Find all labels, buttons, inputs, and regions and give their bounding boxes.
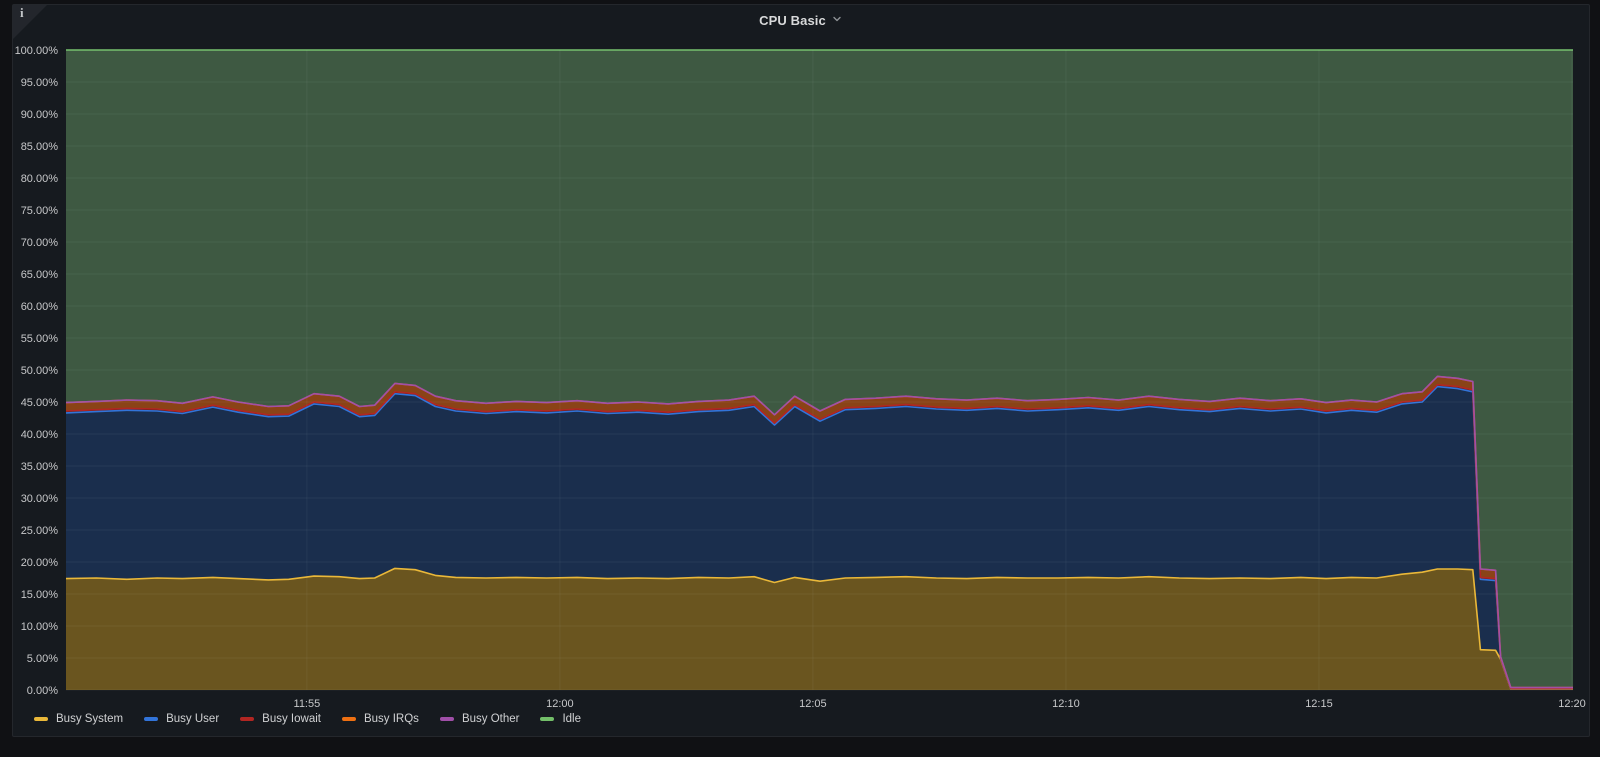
panel-info-icon[interactable]: i [13,5,47,39]
legend-label: Busy System [56,713,124,725]
legend-item-idle[interactable]: Idle [540,712,581,726]
legend-swatch-busy-user [144,717,159,721]
legend-swatch-busy-other [439,717,454,721]
legend-item-busy-irqs[interactable]: Busy IRQs [341,712,419,726]
legend-item-busy-user[interactable]: Busy User [144,712,219,726]
panel-title: CPU Basic [759,12,826,28]
legend-label: Busy User [166,713,220,725]
legend-item-busy-system[interactable]: Busy System [34,712,123,726]
legend-item-busy-iowait[interactable]: Busy Iowait [240,712,321,726]
plot-area[interactable] [66,50,1573,690]
panel-header[interactable]: CPU Basic [13,5,1589,35]
legend-swatch-idle [540,717,555,721]
legend-label: Busy IRQs [363,713,419,725]
legend-label: Idle [562,713,582,725]
legend-swatch-busy-iowait [240,717,255,721]
cpu-usage-chart[interactable]: 0.00%5.00%10.00%15.00%20.00%25.00%30.00%… [0,0,1600,757]
chevron-down-icon [831,12,843,30]
info-i-glyph: i [20,5,24,20]
chart-legend: Busy System Busy User Busy Iowait Busy IRQs… [34,712,581,726]
legend-label: Busy Iowait [262,713,321,725]
legend-swatch-busy-system [34,717,48,721]
legend-item-busy-other[interactable]: Busy Other [439,712,520,726]
grafana-dashboard: CPU Basic i Busy System Busy User Busy Iow… [0,0,1600,757]
legend-label: Busy Other [461,713,520,725]
legend-swatch-busy-irqs [341,717,356,721]
